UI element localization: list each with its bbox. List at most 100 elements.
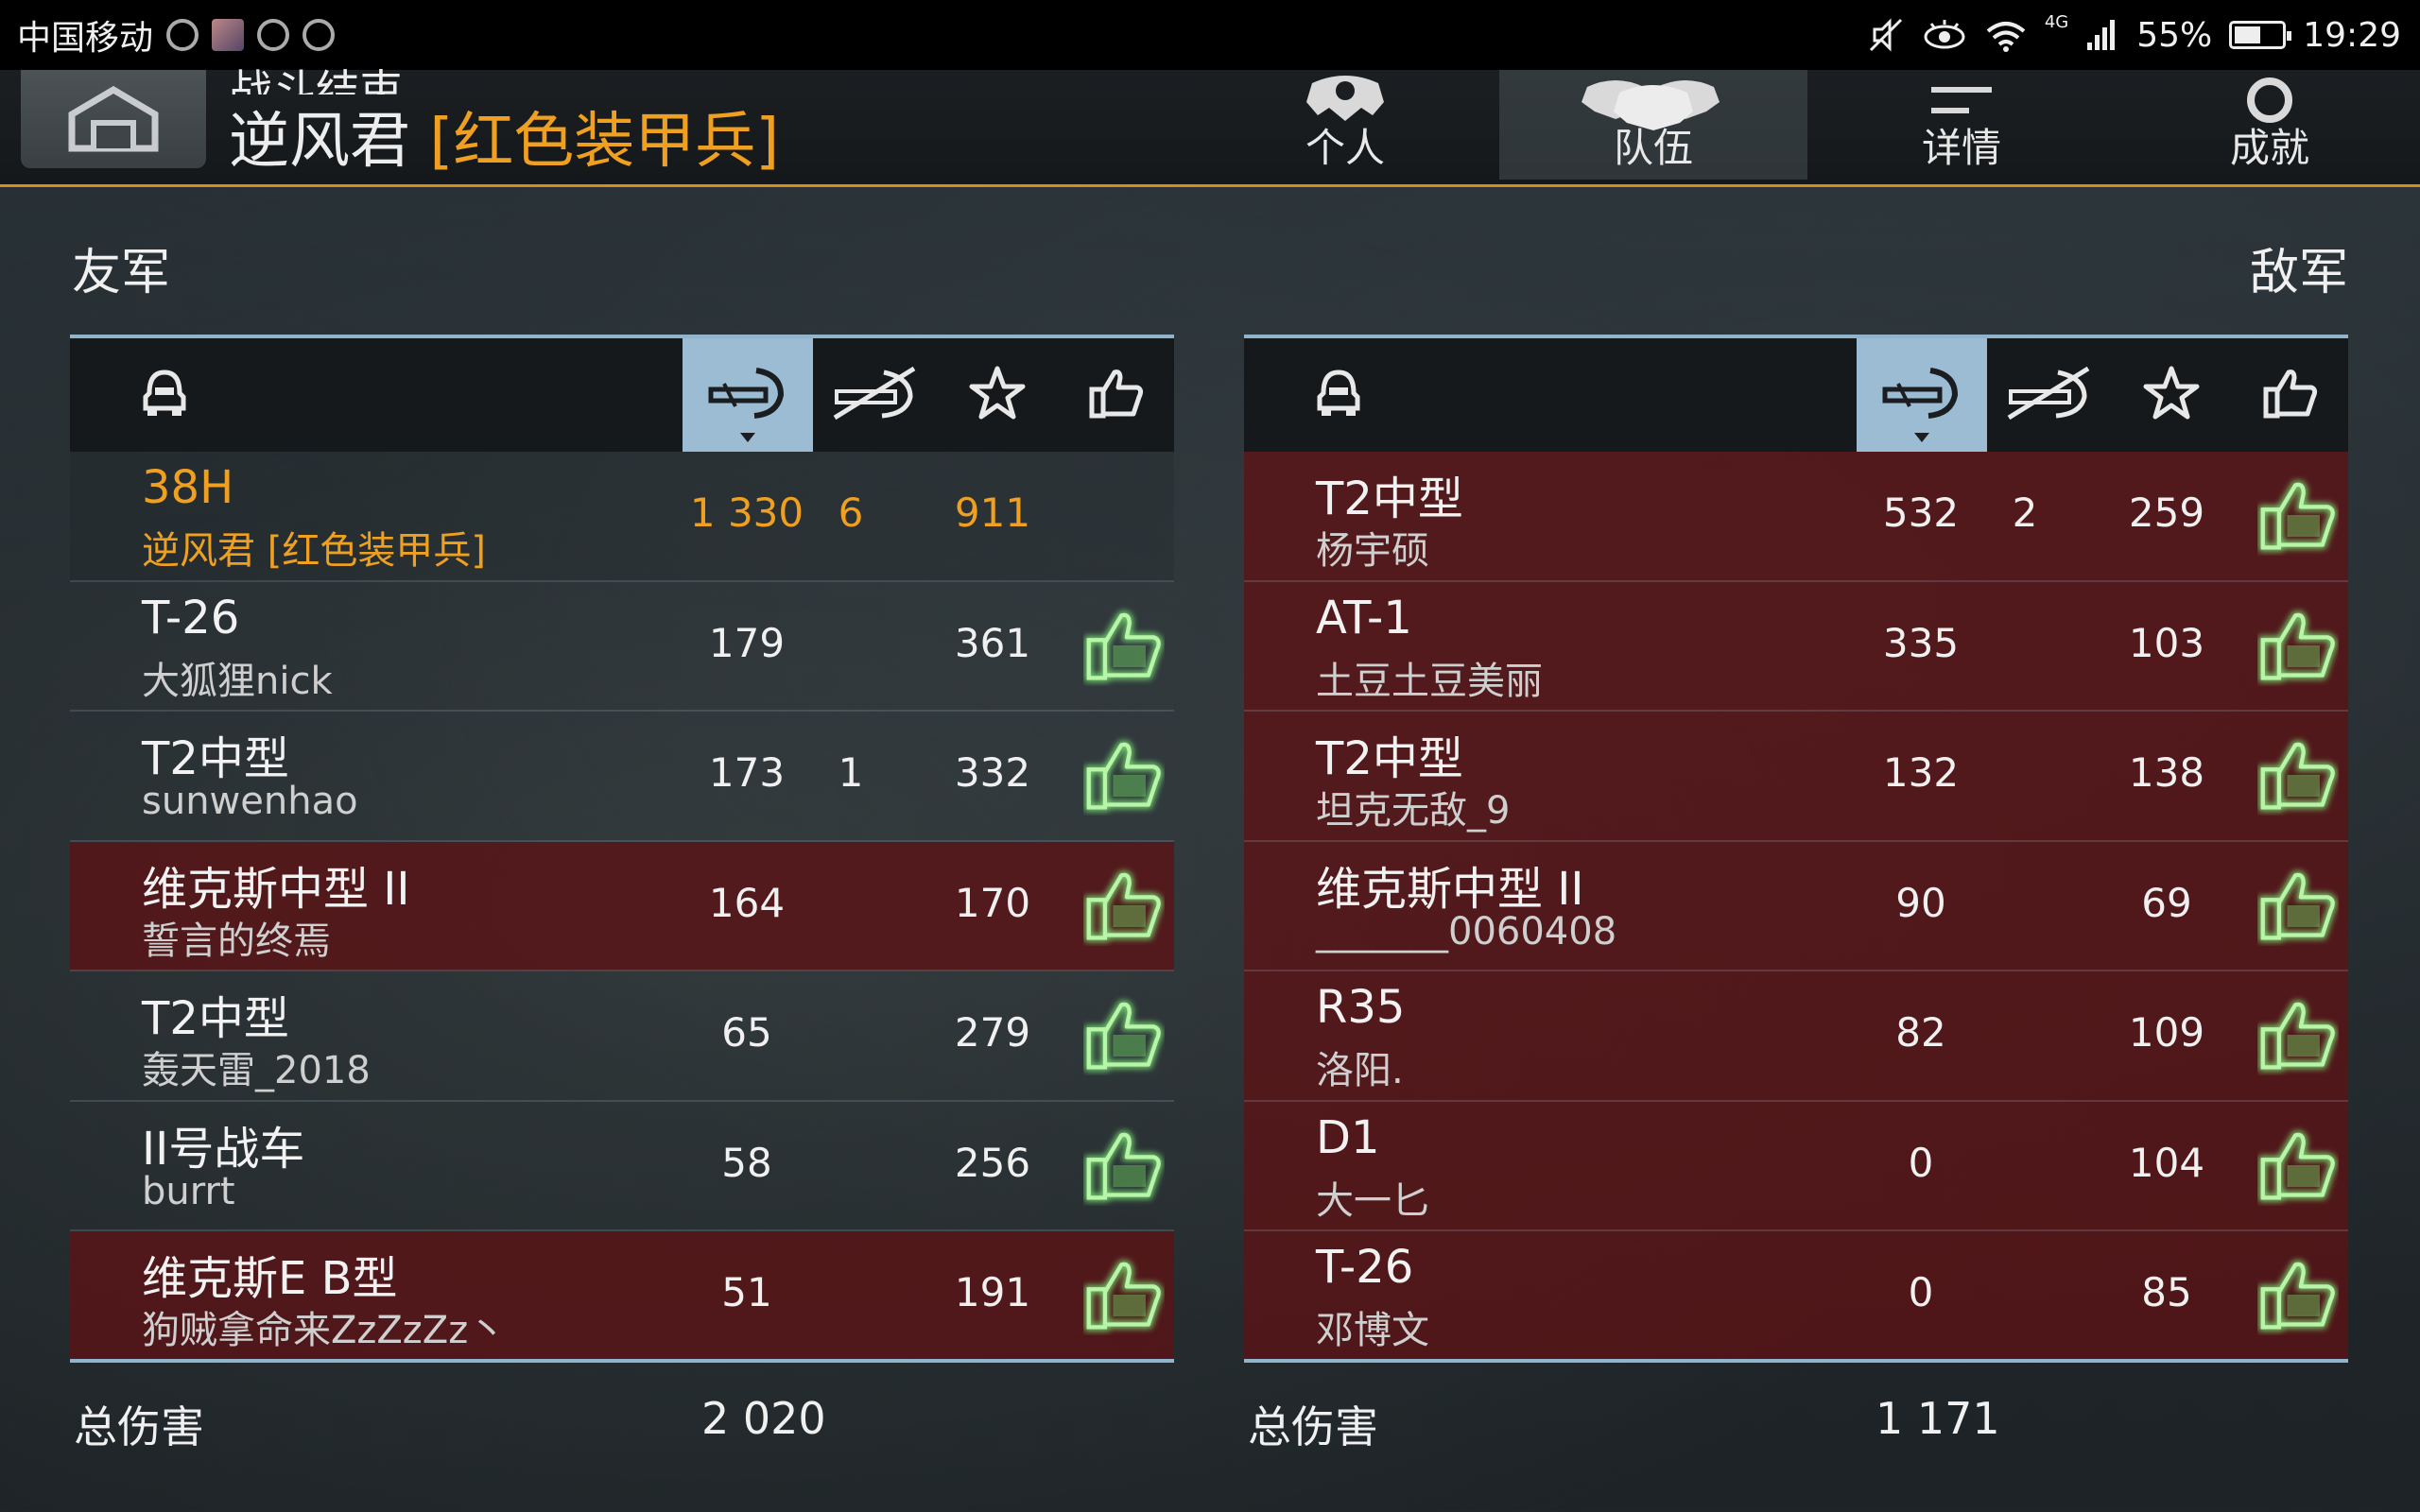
player-row[interactable]: D1 大一匕 0 104 [1244,1101,2348,1231]
battery-icon [2229,21,2292,49]
table-footer-divider [1244,1359,2348,1363]
thumbs-up-icon[interactable] [1083,865,1165,946]
thumbs-up-icon[interactable] [2257,865,2339,946]
thumbs-up-icon[interactable] [1083,994,1165,1075]
player-name: 逆风君 [红色装甲兵] [142,529,486,573]
player-row[interactable]: T-26 大狐狸nick 179 361 [70,582,1174,712]
damage-value: 1 330 [689,490,804,536]
carrier-label: 中国移动 [17,19,154,58]
allies-total-damage: 2 020 [701,1393,826,1444]
column-header-tank-crew[interactable] [127,338,202,452]
player-row[interactable]: 维克斯中型 II 誓言的终焉 164 170 [70,841,1174,971]
points-value: 256 [954,1139,1031,1186]
damage-value: 90 [1895,879,1946,926]
points-value: 191 [954,1269,1031,1315]
thumbs-up-icon[interactable] [2257,1254,2339,1335]
column-header-kills[interactable] [813,338,936,452]
tank-name: T-26 [1316,1241,1414,1294]
tab-achievements[interactable]: 成就 [2116,70,2420,180]
points-value: 170 [954,879,1031,926]
tab-personal[interactable]: 个人 [1191,70,1499,180]
thumbs-up-icon[interactable] [2257,605,2339,686]
hangar-icon [68,86,159,152]
thumbs-up-icon[interactable] [1083,1254,1165,1335]
photo-notification-icon [212,19,245,51]
kills-value: 6 [838,490,864,536]
tank-name: T2中型 [142,732,289,785]
battery-percent: 55% [2136,15,2213,55]
player-title: 逆风君 [红色装甲兵] [229,93,779,180]
column-header-kills[interactable] [1987,338,2110,452]
home-button[interactable] [21,70,206,168]
column-header-star[interactable] [2110,338,2233,452]
player-name: sunwenhao [142,780,358,823]
thumbs-up-icon [1088,365,1145,425]
player-name: 洛阳. [1316,1049,1404,1092]
thumbs-up-icon[interactable] [2257,1125,2339,1206]
allies-total-label: 总伤害 [74,1401,204,1452]
player-name: 逆风君 [229,107,410,177]
damage-value: 532 [1882,490,1960,536]
clan-tag: [红色装甲兵] [429,107,780,177]
thumbs-up-icon[interactable] [1083,734,1165,816]
medal-icon [2247,77,2292,123]
tank-name: II号战车 [142,1122,305,1176]
tab-team[interactable]: 队伍 [1499,70,1807,180]
player-name: 土豆土豆美丽 [1316,659,1543,703]
player-name: _______0060408 [1316,909,1617,954]
table-footer-divider [70,1359,1174,1363]
tank-name: 维克斯E B型 [142,1252,398,1305]
column-header-tank-crew[interactable] [1301,338,1376,452]
player-row[interactable]: T2中型 轰天雷_2018 65 279 [70,971,1174,1102]
soldier-icon [1306,76,1384,121]
allies-label: 友军 [72,245,171,301]
column-header-thumbs-up[interactable] [1059,338,1174,452]
column-header-star[interactable] [936,338,1059,452]
player-name: 邓博文 [1316,1309,1429,1352]
star-icon [2143,365,2200,425]
player-row[interactable]: II号战车 burrt 58 256 [70,1102,1174,1231]
app-notification-icon [257,19,290,51]
points-value: 103 [2128,619,2205,666]
player-row[interactable]: 维克斯E B型 狗贼拿命来ZzZzZz丶 51 191 [70,1231,1174,1362]
thumbs-up-icon[interactable] [1083,605,1165,686]
column-header-damage[interactable] [1857,338,1987,452]
kills-icon [2003,365,2094,425]
damage-value: 65 [721,1009,772,1056]
player-row[interactable]: 38H 逆风君 [红色装甲兵] 1 330 6 911 [70,452,1174,582]
player-row[interactable]: T2中型 坦克无敌_9 132 138 [1244,712,2348,842]
thumbs-up-icon[interactable] [2257,474,2339,556]
damage-value: 58 [721,1139,772,1186]
player-row[interactable]: 维克斯中型 II _______0060408 90 69 [1244,841,2348,971]
thumbs-up-icon[interactable] [2257,734,2339,816]
player-row[interactable]: T-26 邓博文 0 85 [1244,1231,2348,1362]
tank-name: 维克斯中型 II [142,862,410,916]
player-row[interactable]: T2中型 杨宇硕 532 2 259 [1244,452,2348,582]
points-value: 332 [954,749,1031,796]
column-header-damage[interactable] [683,338,813,452]
enemies-table: T2中型 杨宇硕 532 2 259 AT-1 土豆土豆美丽 335 103 T2中型 坦克无敌_9… [1244,335,2348,1362]
tank-name: 维克斯中型 II [1316,862,1584,916]
thumbs-up-icon[interactable] [1083,1125,1165,1206]
player-row[interactable]: T2中型 sunwenhao 173 1 332 [70,712,1174,842]
tank-name: D1 [1316,1110,1380,1164]
damage-value: 132 [1882,749,1960,796]
player-row[interactable]: R35 洛阳. 82 109 [1244,971,2348,1102]
kills-icon [829,365,920,425]
results-tabs: 个人 队伍 详情 成就 [1191,70,2420,183]
damage-value: 0 [1908,1139,1934,1186]
thumbs-up-icon[interactable] [2257,994,2339,1075]
app-notification-icon [302,19,336,51]
table-body: 38H 逆风君 [红色装甲兵] 1 330 6 911 T-26 大狐狸nick 179 361… [70,452,1174,1362]
tab-details[interactable]: 详情 [1807,70,2116,180]
points-value: 911 [954,490,1031,536]
kills-value: 1 [838,749,864,796]
column-header-thumbs-up[interactable] [2233,338,2348,452]
signal-icon [2087,20,2116,50]
kills-value: 2 [2012,490,2038,536]
player-row[interactable]: AT-1 土豆土豆美丽 335 103 [1244,581,2348,712]
wifi-icon [1986,22,2026,52]
thumbs-up-icon [2262,365,2319,425]
player-name: 大狐狸nick [142,659,333,703]
player-name: burrt [142,1169,235,1213]
